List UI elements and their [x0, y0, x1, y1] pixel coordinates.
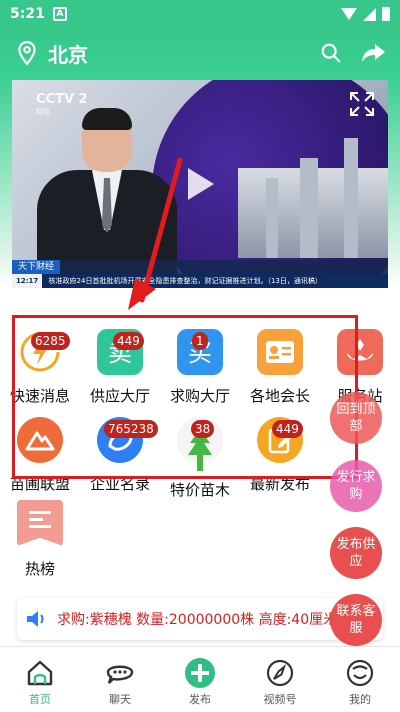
- tab-label: 我的: [349, 693, 371, 706]
- home-icon: [27, 660, 53, 686]
- chat-icon: [106, 665, 134, 684]
- tab-label: 聊天: [109, 693, 131, 706]
- profile-icon: [346, 659, 374, 687]
- add-icon: [185, 658, 215, 688]
- announcement-bar[interactable]: 求购:紫穗槐 数量:20000000株 高度:40厘米: [17, 598, 383, 640]
- tab-label: 首页: [29, 693, 51, 706]
- contact-support-button[interactable]: 联系客服: [330, 594, 382, 646]
- tab-video-channel[interactable]: 视频号: [240, 647, 320, 712]
- grid-item-label: 特价苗木: [169, 481, 230, 499]
- back-to-top-button[interactable]: 回到顶部: [330, 392, 382, 444]
- tab-publish[interactable]: 发布: [160, 647, 240, 712]
- post-buy-request-button[interactable]: 发行求购: [330, 460, 382, 512]
- hot-list-label[interactable]: 热榜: [0, 558, 80, 579]
- tab-label: 视频号: [263, 693, 297, 706]
- announcement-text: 求购:紫穗槐 数量:20000000株 高度:40厘米: [57, 612, 338, 628]
- tab-home[interactable]: 首页: [0, 647, 80, 712]
- compass-icon: [266, 659, 294, 687]
- bottom-tab-bar: 首页 聊天 发布 视频号 我的: [0, 646, 400, 712]
- tab-chat[interactable]: 聊天: [80, 647, 160, 712]
- speaker-icon: [27, 611, 44, 627]
- highlight-box: [12, 315, 358, 479]
- tab-profile[interactable]: 我的: [320, 647, 400, 712]
- post-supply-button[interactable]: 发布供应: [330, 527, 382, 579]
- tab-label: 发布: [189, 693, 211, 706]
